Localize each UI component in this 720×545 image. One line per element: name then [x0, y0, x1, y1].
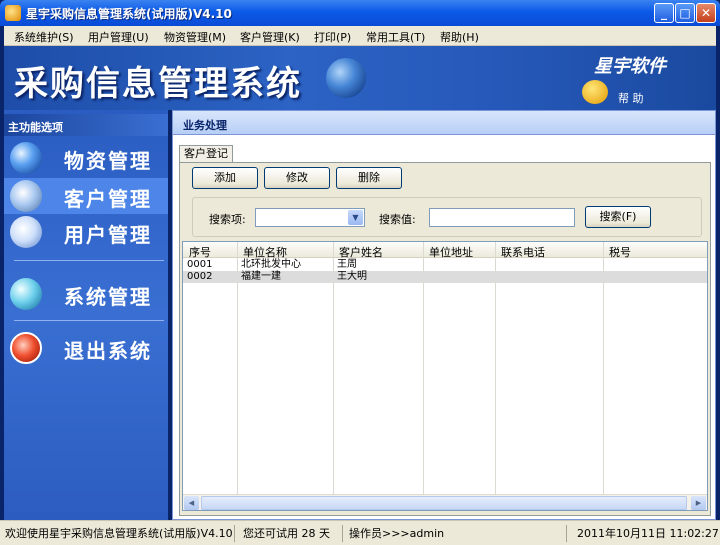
sidebar-item-label: 物资管理	[64, 149, 152, 173]
search-value-label: 搜索值:	[379, 213, 416, 226]
tab-customer-registration[interactable]: 客户登记	[179, 145, 233, 163]
sidebar-item-label: 用户管理	[64, 223, 152, 247]
sidebar: 主功能选项 物资管理 客户管理 用户管理 系统管理 退出系统	[4, 110, 168, 520]
menu-tools[interactable]: 常用工具(T)	[366, 29, 425, 45]
system-icon	[10, 278, 42, 310]
status-bar: 欢迎使用星宇采购信息管理系统(试用版)V4.10 您还可试用 28 天 操作员>…	[0, 520, 720, 545]
status-divider	[566, 525, 567, 542]
cell-number: 0001	[187, 259, 213, 270]
menu-material-management[interactable]: 物资管理(M)	[164, 29, 226, 45]
search-field-select[interactable]: ▼	[255, 208, 365, 227]
search-field-label: 搜索项:	[209, 213, 246, 226]
main-header: 业务处理	[173, 111, 715, 135]
cell-customer: 王大明	[337, 271, 367, 282]
search-value-input[interactable]	[429, 208, 575, 227]
cell-company: 北环批发中心	[241, 259, 301, 270]
cell-customer: 王周	[337, 259, 357, 270]
menu-print[interactable]: 打印(P)	[314, 29, 351, 45]
sidebar-item-label: 客户管理	[64, 187, 152, 211]
column-header[interactable]: 税号	[609, 244, 631, 260]
menu-help[interactable]: 帮助(H)	[440, 29, 479, 45]
column-header[interactable]: 联系电话	[501, 244, 545, 260]
column-header[interactable]: 序号	[189, 244, 211, 260]
help-icon[interactable]	[582, 80, 608, 104]
menu-bar: 系统维护(S) 用户管理(U) 物资管理(M) 客户管理(K) 打印(P) 常用…	[4, 26, 716, 46]
status-datetime: 2011年10月11日 11:02:27	[577, 527, 719, 540]
scrollbar-thumb[interactable]	[201, 496, 687, 510]
table-row[interactable]: 0001 北环批发中心 王周	[183, 259, 707, 271]
cell-company: 福建一建	[241, 271, 281, 282]
scroll-left-icon[interactable]: ◀	[184, 496, 199, 510]
sidebar-item-label: 系统管理	[64, 285, 152, 309]
status-trial: 您还可试用 28 天	[243, 527, 330, 540]
table-row[interactable]: 0002 福建一建 王大明	[183, 271, 707, 283]
sidebar-header: 主功能选项	[4, 114, 168, 136]
customer-table[interactable]: 序号 单位名称 客户姓名 单位地址 联系电话 税号 0001 北环批发中心 王周	[182, 241, 708, 511]
app-icon	[5, 5, 21, 21]
horizontal-scrollbar[interactable]: ◀ ▶	[183, 494, 707, 510]
main-panel: 业务处理 客户登记 添加 修改 删除 搜索项: ▼ 搜索值: 搜索(F) 序号 …	[172, 110, 716, 520]
sidebar-item-system[interactable]: 系统管理	[4, 276, 168, 312]
column-header[interactable]: 客户姓名	[339, 244, 383, 260]
help-link[interactable]: 帮 助	[618, 90, 644, 106]
minimize-button[interactable]: _	[654, 3, 674, 23]
search-button[interactable]: 搜索(F)	[585, 206, 651, 228]
page-title: 业务处理	[183, 119, 227, 132]
sidebar-divider	[14, 320, 164, 321]
sidebar-item-exit[interactable]: 退出系统	[4, 330, 168, 366]
users-icon	[10, 216, 42, 248]
status-divider	[342, 525, 343, 542]
globe-icon	[10, 142, 42, 174]
sidebar-item-users[interactable]: 用户管理	[4, 214, 168, 250]
power-icon	[10, 332, 42, 364]
search-group: 搜索项: ▼ 搜索值: 搜索(F)	[192, 197, 702, 237]
sidebar-item-label: 退出系统	[64, 339, 152, 363]
tab-panel: 添加 修改 删除 搜索项: ▼ 搜索值: 搜索(F) 序号 单位名称 客户姓名 …	[179, 162, 711, 516]
banner-title: 采购信息管理系统	[14, 64, 302, 104]
title-bar[interactable]: 星宇采购信息管理系统(试用版)V4.10 _ □ ✕	[0, 0, 720, 26]
globe-icon	[326, 58, 366, 98]
add-button[interactable]: 添加	[192, 167, 258, 189]
column-header[interactable]: 单位地址	[429, 244, 473, 260]
menu-customer-management[interactable]: 客户管理(K)	[240, 29, 300, 45]
menu-user-management[interactable]: 用户管理(U)	[88, 29, 149, 45]
status-divider	[234, 525, 235, 542]
brand-name: 星宇软件	[594, 56, 666, 77]
app-banner: 采购信息管理系统 星宇软件 帮 助	[4, 46, 716, 110]
status-welcome: 欢迎使用星宇采购信息管理系统(试用版)V4.10	[5, 527, 233, 540]
delete-button[interactable]: 删除	[336, 167, 402, 189]
cell-number: 0002	[187, 271, 213, 282]
sidebar-item-customers[interactable]: 客户管理	[4, 178, 168, 214]
chevron-down-icon[interactable]: ▼	[348, 210, 363, 225]
column-header[interactable]: 单位名称	[243, 244, 287, 260]
edit-button[interactable]: 修改	[264, 167, 330, 189]
maximize-button[interactable]: □	[675, 3, 695, 23]
window-title: 星宇采购信息管理系统(试用版)V4.10	[26, 7, 232, 21]
close-button[interactable]: ✕	[696, 3, 716, 23]
status-operator: 操作员>>>admin	[349, 527, 445, 540]
sidebar-item-materials[interactable]: 物资管理	[4, 140, 168, 176]
table-header: 序号 单位名称 客户姓名 单位地址 联系电话 税号	[183, 242, 707, 260]
menu-system-maintenance[interactable]: 系统维护(S)	[14, 29, 74, 45]
customer-icon	[10, 180, 42, 212]
sidebar-divider	[14, 260, 164, 261]
scroll-right-icon[interactable]: ▶	[691, 496, 706, 510]
